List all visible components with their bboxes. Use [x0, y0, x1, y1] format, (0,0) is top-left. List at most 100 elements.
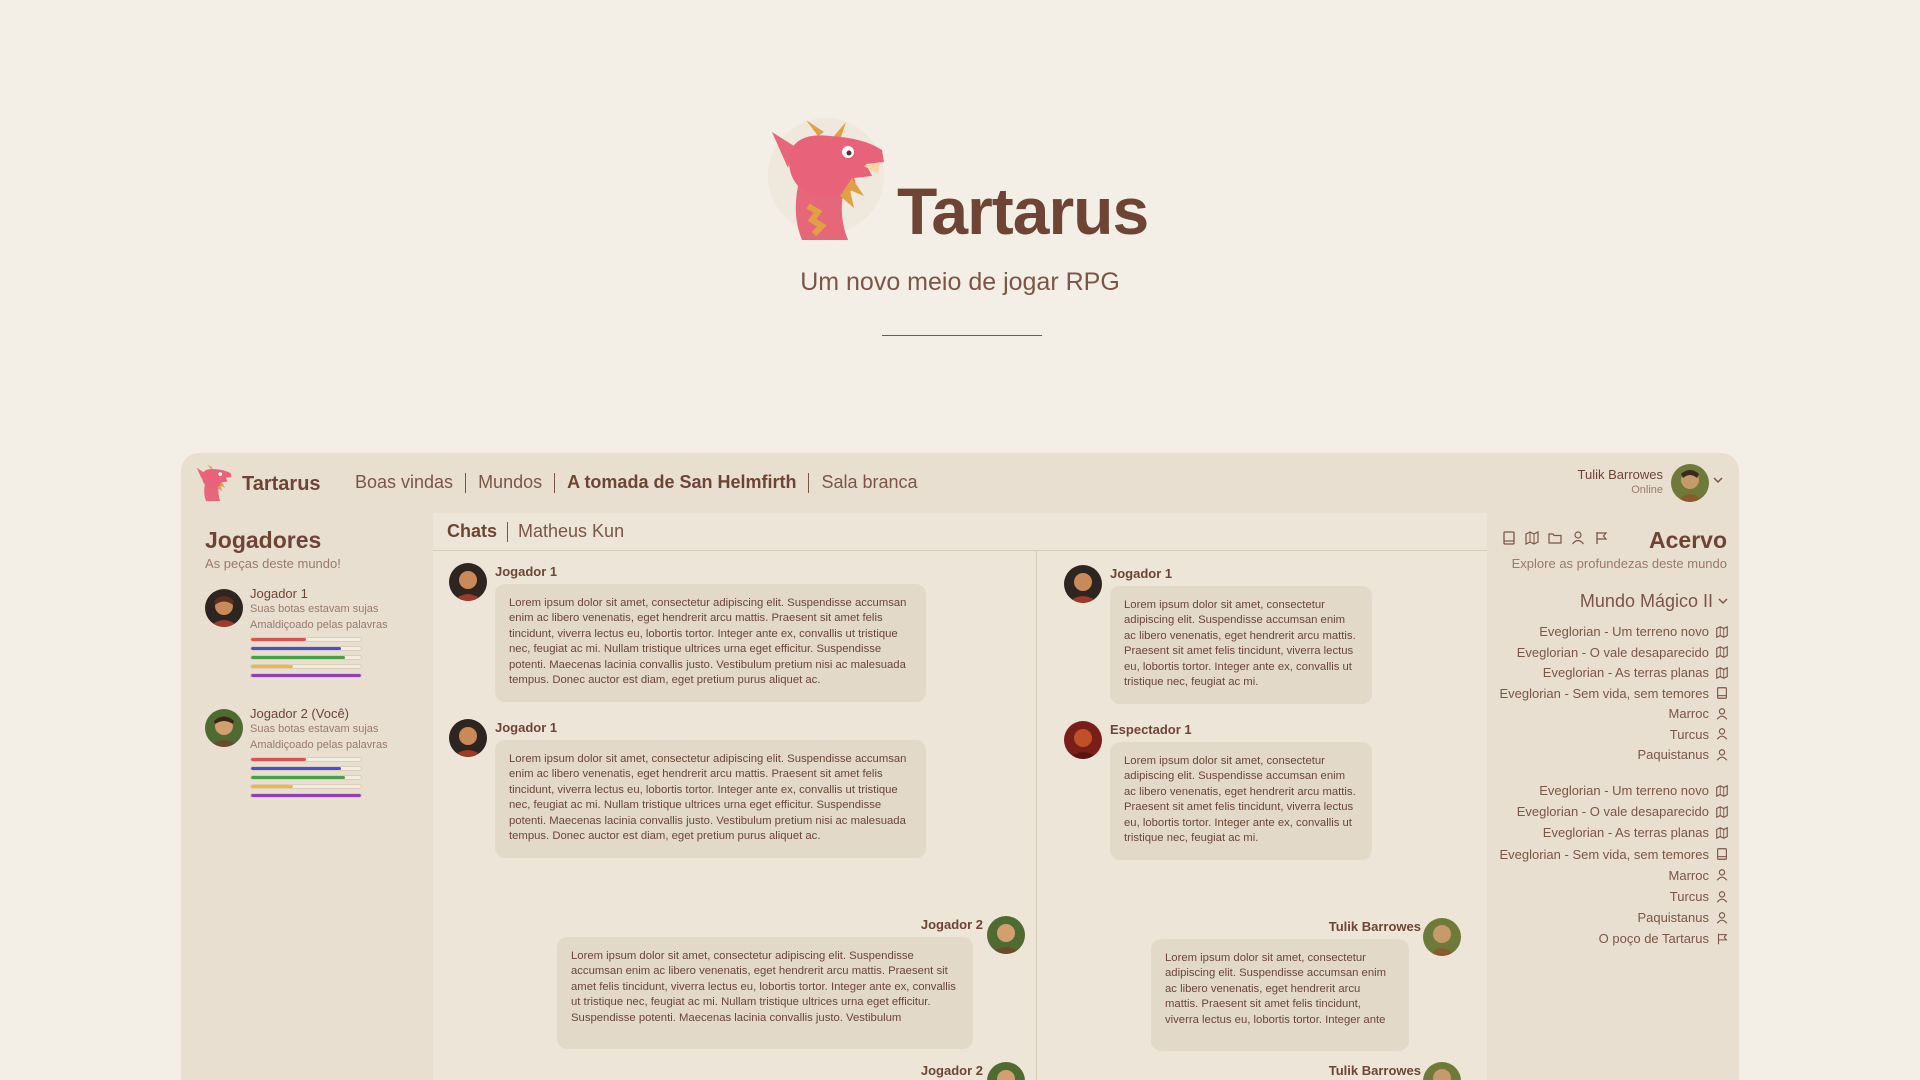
person-icon[interactable]	[1570, 530, 1586, 546]
stat-bar-fill	[251, 767, 342, 770]
stat-bar-fill	[251, 785, 293, 788]
stat-bar-fill	[251, 665, 293, 668]
person-icon	[1715, 727, 1729, 741]
message-bubble: Lorem ipsum dolor sit amet, consectetur …	[1110, 586, 1372, 704]
message-author: Espectador 1	[1110, 722, 1192, 737]
tab-separator	[507, 521, 509, 542]
avatar	[205, 589, 243, 627]
stat-bar	[250, 775, 362, 780]
breadcrumb-nav: Boas vindas Mundos A tomada de San Helmf…	[355, 472, 918, 493]
library-item-label: Paquistanus	[1637, 910, 1709, 926]
stat-bar-fill	[251, 758, 306, 761]
library-item[interactable]: Marroc	[1669, 868, 1729, 883]
library-item[interactable]: Turcus	[1670, 889, 1729, 904]
nav-item-boas-vindas[interactable]: Boas vindas	[355, 472, 453, 493]
player-stat-bars	[250, 757, 362, 802]
stat-bar	[250, 646, 362, 651]
map-icon	[1715, 784, 1729, 798]
map-icon	[1715, 805, 1729, 819]
tab-matheus-kun[interactable]: Matheus Kun	[518, 521, 624, 542]
stat-bar	[250, 655, 362, 660]
message-author: Jogador 1	[1110, 566, 1173, 581]
user-avatar[interactable]	[1671, 464, 1709, 502]
avatar	[1064, 565, 1102, 603]
stat-bar	[250, 673, 362, 678]
library-item[interactable]: O poço de Tartarus	[1599, 931, 1729, 946]
player-note: Amaldiçoado pelas palavras	[250, 619, 388, 631]
stat-bar-fill	[251, 794, 361, 797]
chats-panel: Chats Matheus Kun Jogador 1 Lorem ipsum …	[433, 513, 1487, 1080]
players-subtitle: As peças deste mundo!	[205, 556, 341, 571]
stat-bar-fill	[251, 674, 361, 677]
message-bubble: Lorem ipsum dolor sit amet, consectetur …	[495, 740, 926, 858]
message-author: Jogador 2	[920, 917, 983, 932]
library-item-label: Turcus	[1669, 889, 1709, 904]
stat-bar	[250, 784, 362, 789]
nav-item-sala-branca[interactable]: Sala branca	[821, 472, 917, 493]
top-bar: Tartarus Boas vindas Mundos A tomada de …	[181, 453, 1739, 513]
message-author: Jogador 1	[495, 564, 558, 579]
player-note: Suas botas estavam sujas	[250, 603, 379, 615]
stat-bar	[250, 664, 362, 669]
library-item[interactable]: Paquistanus	[1637, 747, 1729, 762]
person-icon	[1715, 911, 1729, 925]
chat-column-divider	[1036, 551, 1037, 1080]
library-item[interactable]: Eveglorian - As terras planas	[1543, 825, 1729, 840]
library-item[interactable]: Eveglorian - Um terreno novo	[1539, 783, 1729, 798]
library-item[interactable]: Eveglorian - As terras planas	[1543, 665, 1729, 680]
player-name: Jogador 1	[250, 586, 308, 601]
map-icon	[1715, 666, 1729, 680]
library-item-label: Marroc	[1668, 867, 1709, 883]
stat-bar	[250, 793, 362, 798]
nav-separator	[465, 472, 467, 493]
library-item-label: Eveglorian - O vale desaparecido	[1516, 804, 1709, 820]
app-logo-icon[interactable]	[195, 463, 235, 503]
avatar	[449, 563, 487, 601]
library-item[interactable]: Eveglorian - O vale desaparecido	[1517, 804, 1729, 819]
library-item[interactable]: Marroc	[1669, 706, 1729, 721]
nav-item-mundos[interactable]: Mundos	[478, 472, 542, 493]
library-item-label: Eveglorian - O vale desaparecido	[1516, 644, 1709, 660]
nav-item-current-world[interactable]: A tomada de San Helmfirth	[567, 472, 796, 493]
library-subtitle: Explore as profundezas deste mundo	[1511, 556, 1727, 571]
library-item-label: Eveglorian - Sem vida, sem temores	[1499, 685, 1709, 701]
message-bubble: Lorem ipsum dolor sit amet, consectetur …	[495, 584, 926, 702]
library-item[interactable]: Eveglorian - Sem vida, sem temores	[1499, 686, 1729, 701]
message-author: Tulik Barrowes	[1328, 919, 1421, 934]
flag-icon[interactable]	[1593, 530, 1609, 546]
app-brand[interactable]: Tartarus	[242, 473, 321, 496]
library-item[interactable]: Turcus	[1670, 727, 1729, 742]
chevron-down-icon[interactable]	[1711, 473, 1725, 487]
book-icon[interactable]	[1501, 530, 1517, 546]
app-window: Tartarus Boas vindas Mundos A tomada de …	[181, 453, 1739, 1080]
avatar	[987, 916, 1025, 954]
message-bubble: Lorem ipsum dolor sit amet, consectetur …	[1151, 939, 1409, 1051]
book-icon	[1715, 686, 1729, 700]
avatar	[449, 719, 487, 757]
hero-logo	[768, 116, 894, 246]
player-stat-bars	[250, 637, 362, 682]
tab-chats[interactable]: Chats	[447, 521, 497, 542]
person-icon	[1715, 748, 1729, 762]
stat-bar	[250, 757, 362, 762]
library-item-label: Eveglorian - Um terreno novo	[1539, 624, 1709, 639]
library-item-label: Turcus	[1669, 726, 1709, 742]
message-author: Tulik Barrowes	[1328, 1063, 1421, 1078]
library-title: Acervo	[1649, 527, 1727, 553]
library-item[interactable]: Eveglorian - Um terreno novo	[1539, 624, 1729, 639]
message-author: Jogador 2	[920, 1063, 983, 1078]
hero-title: Tartarus	[897, 174, 1149, 248]
user-name: Tulik Barrowes	[1577, 467, 1663, 482]
player-note: Suas botas estavam sujas	[250, 723, 379, 735]
library-item[interactable]: Eveglorian - Sem vida, sem temores	[1499, 847, 1729, 862]
flag-icon	[1715, 932, 1729, 946]
world-select-label: Mundo Mágico II	[1579, 591, 1713, 611]
players-panel: Jogadores As peças deste mundo! Jogador …	[181, 513, 433, 1080]
folder-icon[interactable]	[1547, 530, 1563, 546]
book-icon	[1715, 847, 1729, 861]
library-item[interactable]: Eveglorian - O vale desaparecido	[1517, 645, 1729, 660]
map-icon[interactable]	[1524, 530, 1540, 546]
library-item[interactable]: Paquistanus	[1637, 910, 1729, 925]
person-icon	[1715, 890, 1729, 904]
world-select[interactable]: Mundo Mágico II	[1580, 591, 1729, 612]
